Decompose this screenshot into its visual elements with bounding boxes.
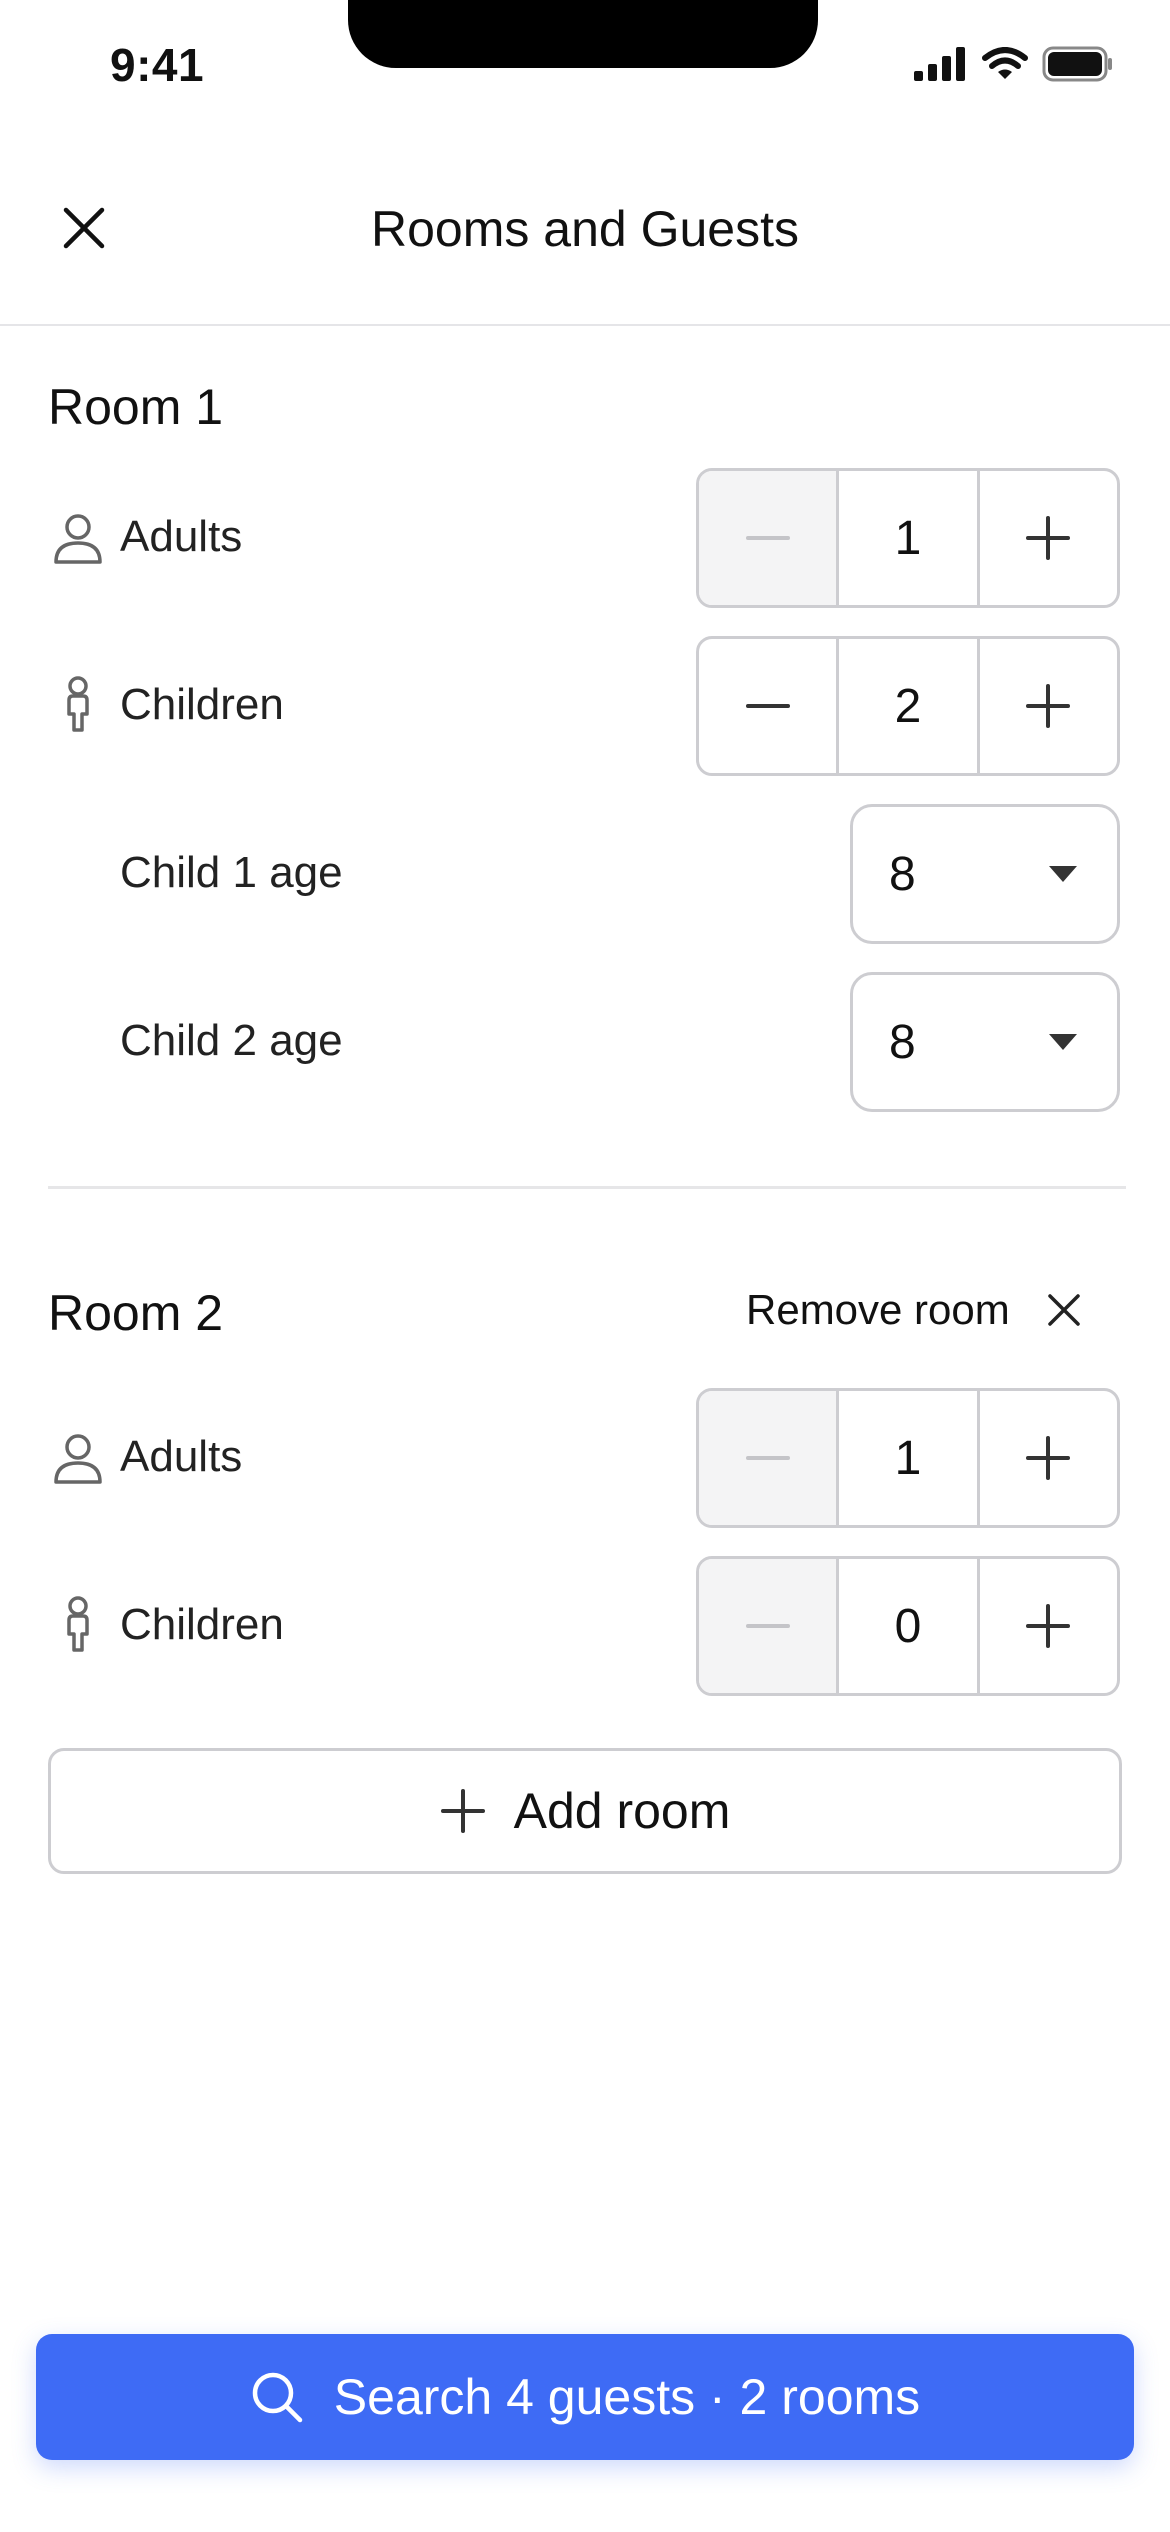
child-2-age-select[interactable]: 8 — [850, 972, 1120, 1112]
remove-room-button[interactable]: Remove room — [746, 1286, 1084, 1334]
device-notch — [348, 0, 818, 68]
minus-icon — [745, 704, 790, 708]
page-title: Rooms and Guests — [371, 201, 799, 257]
room-2-title: Room 2 — [48, 1285, 224, 1341]
child-1-age-value: 8 — [889, 847, 916, 901]
plus-icon — [1026, 1436, 1071, 1480]
room-1-adults-label: Adults — [120, 512, 243, 561]
plus-icon — [1026, 516, 1071, 560]
child-1-age-select[interactable]: 8 — [850, 804, 1120, 944]
battery-icon — [1042, 46, 1112, 82]
remove-room-label: Remove room — [746, 1286, 1010, 1333]
minus-icon — [745, 1624, 790, 1628]
room-divider — [48, 1186, 1126, 1189]
room-2-children-increment-button[interactable] — [980, 1559, 1117, 1693]
room-1-children-stepper: 2 — [696, 636, 1120, 776]
signal-icon — [914, 47, 965, 81]
add-room-label: Add room — [513, 1783, 731, 1839]
child-icon — [67, 676, 89, 732]
plus-icon — [1026, 684, 1071, 728]
room-1-title: Room 1 — [48, 379, 224, 435]
minus-icon — [745, 1456, 790, 1460]
chevron-down-icon — [1049, 866, 1077, 882]
room-1-children-increment-button[interactable] — [980, 639, 1117, 773]
room-1-adults-value: 1 — [836, 471, 980, 605]
room-2-children-value: 0 — [836, 1559, 980, 1693]
room-2-adults-stepper: 1 — [696, 1388, 1120, 1528]
room-2-adults-label: Adults — [120, 1432, 243, 1481]
plus-icon — [440, 1789, 485, 1833]
chevron-down-icon — [1049, 1034, 1077, 1050]
room-1-children-decrement-button[interactable] — [699, 639, 836, 773]
child-2-age-value: 8 — [889, 1015, 916, 1069]
room-1-adults-increment-button[interactable] — [980, 471, 1117, 605]
status-icons — [914, 46, 1114, 82]
minus-icon — [745, 536, 790, 540]
add-room-button[interactable]: Add room — [48, 1748, 1122, 1874]
room-1-adults-stepper: 1 — [696, 468, 1120, 608]
room-2-children-label: Children — [120, 1600, 284, 1649]
room-2-children-decrement-button[interactable] — [699, 1559, 837, 1693]
room-1-children-value: 2 — [836, 639, 980, 773]
search-button[interactable]: Search 4 guests · 2 rooms — [36, 2334, 1134, 2460]
child-2-age-label: Child 2 age — [120, 1016, 343, 1065]
wifi-icon — [982, 47, 1028, 79]
room-2-children-stepper: 0 — [696, 1556, 1120, 1696]
child-1-age-label: Child 1 age — [120, 848, 343, 897]
search-button-label: Search 4 guests · 2 rooms — [333, 2369, 921, 2425]
room-2-adults-decrement-button[interactable] — [699, 1391, 837, 1525]
room-2-adults-value: 1 — [836, 1391, 980, 1525]
room-1-children-label: Children — [120, 680, 284, 729]
header-divider — [0, 324, 1170, 326]
child-icon — [67, 1596, 89, 1652]
close-icon — [1048, 1294, 1080, 1326]
room-2-adults-increment-button[interactable] — [980, 1391, 1117, 1525]
room-1-adults-decrement-button[interactable] — [699, 471, 837, 605]
person-icon — [54, 514, 102, 564]
plus-icon — [1026, 1604, 1071, 1648]
person-icon — [54, 1434, 102, 1484]
search-icon — [252, 2372, 303, 2423]
status-time: 9:41 — [110, 39, 205, 91]
